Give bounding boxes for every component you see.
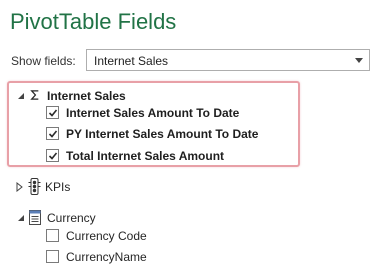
show-fields-label: Show fields: [11, 54, 76, 68]
table-icon [29, 210, 41, 225]
expanded-arrow-icon[interactable] [16, 91, 26, 101]
tree-group-internet-sales[interactable]: Internet Sales [10, 87, 290, 105]
tree-group-label: Currency [47, 211, 96, 225]
field-label: Total Internet Sales Amount [66, 149, 225, 163]
collapsed-arrow-icon[interactable] [15, 182, 25, 192]
tree-group-label: Internet Sales [47, 89, 126, 103]
field-checkbox-checked[interactable] [46, 149, 59, 162]
tree-group-currency[interactable]: Currency [10, 209, 160, 227]
expanded-arrow-icon[interactable] [16, 213, 26, 223]
field-label: Internet Sales Amount To Date [66, 106, 240, 120]
field-checkbox-checked[interactable] [46, 127, 59, 140]
show-fields-selected-value: Internet Sales [94, 54, 169, 68]
show-fields-dropdown[interactable]: Internet Sales [86, 49, 370, 71]
field-row[interactable]: Internet Sales Amount To Date [46, 104, 296, 122]
tree-group-label: KPIs [45, 180, 71, 194]
field-label: PY Internet Sales Amount To Date [66, 127, 259, 141]
show-fields-control: Show fields: Internet Sales [11, 49, 371, 73]
field-row[interactable]: PY Internet Sales Amount To Date [46, 125, 296, 143]
field-checkbox-checked[interactable] [46, 106, 59, 119]
field-checkbox[interactable] [46, 229, 59, 242]
kpi-traffic-light-icon [28, 178, 41, 195]
field-label: Currency Code [66, 229, 147, 243]
field-checkbox[interactable] [46, 250, 59, 263]
field-label: CurrencyName [66, 250, 147, 264]
field-row[interactable]: Total Internet Sales Amount [46, 147, 296, 165]
sigma-icon [30, 90, 39, 100]
tree-group-kpis[interactable]: KPIs [10, 178, 160, 196]
pivottable-fields-title: PivotTable Fields [10, 9, 177, 34]
chevron-down-icon [355, 58, 363, 63]
field-row[interactable]: CurrencyName [46, 248, 246, 266]
field-row[interactable]: Currency Code [46, 227, 246, 245]
